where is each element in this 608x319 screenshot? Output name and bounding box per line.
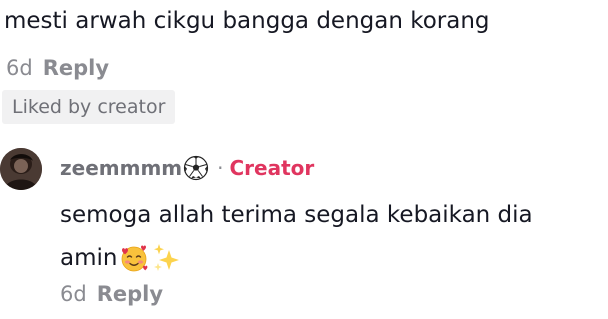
reply-comment-text-amin: amin [60,245,118,271]
soccer-ball-icon [183,155,209,181]
creator-label: Creator [229,156,315,180]
user-avatar[interactable] [0,148,42,190]
reply-comment-time: 6d [60,282,87,306]
author-username[interactable]: zeemmmm [60,154,182,182]
sparkles-icon [152,242,182,274]
parent-comment-time: 6d [6,56,33,80]
author-separator: · [217,156,224,180]
parent-reply-button[interactable]: Reply [43,56,109,80]
reply-comment-text-line-2: amin [60,240,182,276]
avatar-image [0,148,42,190]
reply-comment-text-line-1: semoga allah terima segala kebaikan dia [60,202,533,228]
liked-by-creator-badge: Liked by creator [2,90,176,124]
reply-reply-button[interactable]: Reply [97,282,163,306]
reply-comment-meta: 6d Reply [60,281,163,307]
parent-comment-meta: 6d Reply [6,55,109,81]
author-row: zeemmmm · Creator [60,154,314,182]
smiling-face-with-hearts-icon [118,242,150,274]
reply-comment: zeemmmm · Creator semoga allah terima se… [0,140,608,319]
parent-comment-text: mesti arwah cikgu bangga dengan korang [4,8,490,34]
